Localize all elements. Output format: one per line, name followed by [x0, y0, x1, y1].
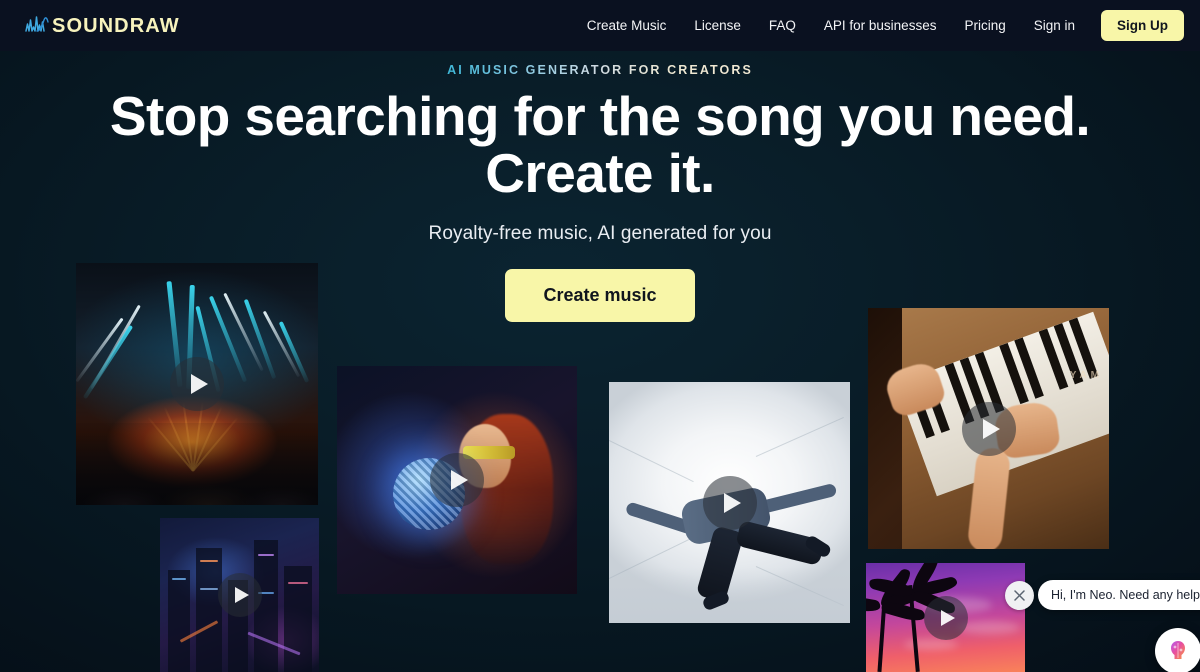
site-header: SOUNDRAW Create Music License FAQ API fo… [0, 0, 1200, 51]
page-title: Stop searching for the song you need. Cr… [109, 85, 1091, 204]
play-icon[interactable] [961, 401, 1016, 456]
media-card-breakdancer[interactable] [609, 382, 850, 623]
play-icon[interactable] [217, 573, 262, 617]
chat-brain-icon [1171, 641, 1185, 659]
hero-eyebrow: AI MUSIC GENERATOR FOR CREATORS [447, 63, 753, 77]
logo[interactable]: SOUNDRAW [24, 14, 180, 38]
chat-launcher-button[interactable] [1155, 628, 1200, 672]
chat-greeting-text: Hi, I'm Neo. Need any help? [1051, 588, 1200, 602]
media-card-palm-sunset[interactable] [866, 563, 1025, 672]
play-icon[interactable] [702, 475, 757, 530]
main-nav: Create Music License FAQ API for busines… [573, 0, 1184, 51]
crowd-silhouette [76, 423, 318, 505]
play-icon[interactable] [923, 595, 968, 640]
headline-line-1: Stop searching for the song you need. [109, 85, 1091, 147]
play-icon[interactable] [430, 453, 484, 507]
media-card-city-night[interactable] [160, 518, 319, 672]
close-icon [1014, 590, 1025, 601]
nav-item-license[interactable]: License [680, 0, 755, 51]
nav-item-faq[interactable]: FAQ [755, 0, 810, 51]
chat-greeting-bubble[interactable]: Hi, I'm Neo. Need any help? [1038, 580, 1200, 610]
piano-brand-text: YAM [1069, 370, 1103, 381]
hero-subtitle: Royalty-free music, AI generated for you [428, 223, 772, 245]
nav-item-api-for-businesses[interactable]: API for businesses [810, 0, 951, 51]
media-card-disco-woman[interactable] [337, 366, 577, 594]
nav-item-pricing[interactable]: Pricing [950, 0, 1019, 51]
nav-item-create-music[interactable]: Create Music [573, 0, 681, 51]
sign-up-button[interactable]: Sign Up [1101, 10, 1184, 41]
create-music-button[interactable]: Create music [505, 269, 695, 323]
play-icon[interactable] [170, 357, 224, 411]
hero-cta-wrap: Create music [505, 269, 695, 323]
chat-close-button[interactable] [1005, 581, 1034, 610]
page-root: SOUNDRAW Create Music License FAQ API fo… [0, 0, 1200, 672]
media-card-piano-hands[interactable]: YAM [868, 308, 1109, 549]
media-card-concert-lasers[interactable] [76, 263, 318, 505]
logo-text: SOUNDRAW [52, 14, 180, 37]
waveform-icon [25, 15, 49, 32]
headline-line-2: Create it. [485, 141, 715, 204]
nav-item-sign-in[interactable]: Sign in [1020, 0, 1089, 51]
